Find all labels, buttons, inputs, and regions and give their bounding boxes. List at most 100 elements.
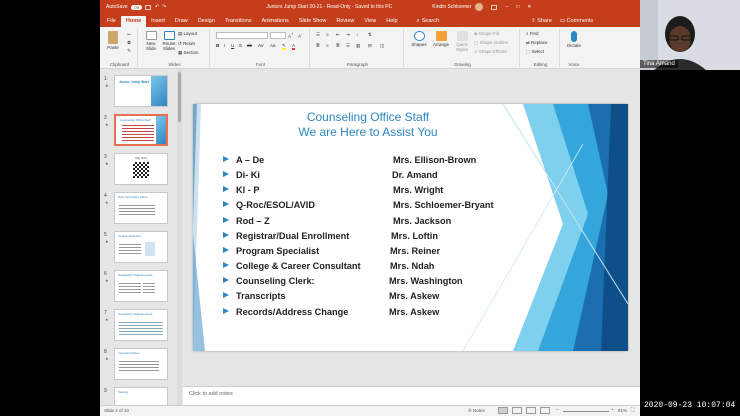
shadow-icon[interactable]: S <box>239 43 242 48</box>
slideshow-icon[interactable] <box>540 407 550 414</box>
minimize-icon[interactable]: – <box>505 4 508 10</box>
bold-icon[interactable]: B <box>216 43 219 48</box>
highlight-icon[interactable]: ✎ <box>282 43 286 50</box>
current-slide[interactable]: Counseling Office Staff We are Here to A… <box>193 104 628 351</box>
strikethrough-icon[interactable]: ab <box>247 43 252 48</box>
zoom-slider[interactable] <box>563 411 609 412</box>
smartart-icon[interactable]: ◫ <box>380 43 384 48</box>
fit-slide-icon[interactable]: ⛶ <box>631 407 634 412</box>
quick-styles-button[interactable]: Quick Styles <box>452 31 472 52</box>
powerpoint-window: AutoSave Off ↶ ↷ Juniors Jump Start 20-2… <box>100 0 640 416</box>
layout-button[interactable]: ▤ Layout <box>178 31 197 36</box>
reuse-slides-button[interactable]: Reuse Slides <box>161 31 177 51</box>
increase-indent-icon[interactable]: ⇥ <box>346 32 350 37</box>
shape-effects-button[interactable]: ◇ Shape Effects <box>474 49 507 54</box>
zoom-level[interactable]: 81% <box>618 408 627 413</box>
underline-icon[interactable]: U <box>231 43 234 48</box>
tab-design[interactable]: Design <box>193 16 220 27</box>
recording-timestamp: 2020-09-23 10:07:04 <box>644 401 736 410</box>
copy-button[interactable]: ⧉ <box>124 40 134 45</box>
columns-icon[interactable]: ▥ <box>356 43 360 48</box>
align-center-icon[interactable]: ≡ <box>326 43 329 48</box>
reset-button[interactable]: ↺ Reset <box>178 41 195 46</box>
justify-icon[interactable]: ☰ <box>346 43 350 48</box>
align-left-icon[interactable]: ≣ <box>316 43 320 48</box>
assignment-label: Transcripts <box>236 291 286 301</box>
thumbnail-slide-3[interactable]: Flip Grid <box>114 153 168 185</box>
tab-transitions[interactable]: Transitions <box>220 16 257 27</box>
align-right-icon[interactable]: ≣ <box>336 43 340 48</box>
tab-animations[interactable]: Animations <box>257 16 294 27</box>
thumbnail-slide-5[interactable]: Course Selection <box>114 231 168 263</box>
find-button[interactable]: ⌕ Find <box>526 31 539 36</box>
save-icon[interactable] <box>144 4 151 10</box>
tab-review[interactable]: Review <box>331 16 359 27</box>
tab-draw[interactable]: Draw <box>170 16 193 27</box>
ribbon-display-icon[interactable] <box>491 4 498 10</box>
scrollbar-thumb[interactable] <box>178 72 181 122</box>
tab-slide-show[interactable]: Slide Show <box>294 16 332 27</box>
maximize-icon[interactable]: □ <box>516 4 519 10</box>
cut-button[interactable]: ✂ <box>124 32 134 37</box>
autosave-toggle[interactable]: Off <box>130 4 142 10</box>
slide-title-line-1[interactable]: Counseling Office Staff <box>193 110 543 124</box>
line-spacing-icon[interactable]: ↕ <box>356 32 358 37</box>
align-text-icon[interactable]: ⊟ <box>368 43 372 48</box>
reading-view-icon[interactable] <box>526 407 536 414</box>
thumbnails-scrollbar[interactable] <box>177 70 182 405</box>
thumbnail-slide-2[interactable]: Counseling Office Staff <box>114 114 168 146</box>
share-button[interactable]: ⇪ Share <box>531 16 552 27</box>
slide-title-line-2[interactable]: We are Here to Assist You <box>193 125 543 139</box>
text-direction-icon[interactable]: ⇅ <box>368 32 372 37</box>
thumbnail-slide-9[interactable]: Testing <box>114 387 168 405</box>
search-icon[interactable]: ⌕ <box>417 16 420 27</box>
shape-outline-button[interactable]: ▢ Shape Outline <box>474 40 508 45</box>
notes-button[interactable]: ≙ Notes <box>468 408 485 414</box>
thumbnail-slide-1[interactable]: Junior Jump Start <box>114 75 168 107</box>
paste-icon <box>108 31 118 44</box>
font-size-input[interactable] <box>270 32 286 39</box>
tab-home[interactable]: Home <box>120 16 147 27</box>
tab-file[interactable]: File <box>102 16 121 27</box>
tab-view[interactable]: View <box>359 16 381 27</box>
undo-icon[interactable]: ↶ <box>155 4 159 10</box>
paste-button[interactable]: Paste <box>105 31 121 50</box>
replace-button[interactable]: ⇄ Replace <box>526 40 548 45</box>
shape-fill-button[interactable]: ◈ Shape Fill <box>474 31 499 36</box>
bullets-icon[interactable]: ☰ <box>316 32 320 37</box>
increase-font-icon[interactable]: A+ <box>288 32 293 39</box>
decrease-font-icon[interactable]: A- <box>298 32 302 39</box>
zoom-in-icon[interactable]: + <box>611 407 614 412</box>
user-name[interactable]: Kindin Schloemer <box>432 4 471 10</box>
font-name-input[interactable] <box>216 32 268 39</box>
new-slide-button[interactable]: New Slide <box>142 31 160 51</box>
slide-sorter-icon[interactable] <box>512 407 522 414</box>
avatar[interactable] <box>475 3 484 11</box>
search-box[interactable]: Search <box>422 16 439 27</box>
thumbnail-slide-4[interactable]: Post Secondary Plans <box>114 192 168 224</box>
thumbnail-slide-6[interactable]: Graduation Requirements <box>114 270 168 302</box>
arrange-button[interactable]: Arrange <box>430 31 452 47</box>
decrease-indent-icon[interactable]: ⇤ <box>336 32 340 37</box>
notes-pane[interactable]: Click to add notes <box>183 386 640 405</box>
font-color-icon[interactable]: A <box>292 43 296 50</box>
normal-view-icon[interactable] <box>498 407 508 414</box>
shapes-button[interactable]: Shapes <box>408 31 430 47</box>
tab-insert[interactable]: Insert <box>146 16 170 27</box>
close-icon[interactable]: ✕ <box>527 4 531 10</box>
italic-icon[interactable]: I <box>224 43 225 48</box>
numbering-icon[interactable]: ≡ <box>326 32 329 37</box>
dictate-button[interactable]: Dictate <box>564 31 584 48</box>
select-button[interactable]: ⬚ Select <box>526 49 544 54</box>
tab-help[interactable]: Help <box>381 16 402 27</box>
redo-icon[interactable]: ↷ <box>162 4 166 10</box>
zoom-out-icon[interactable]: – <box>556 407 559 412</box>
character-spacing-icon[interactable]: AV <box>258 43 264 48</box>
section-button[interactable]: ▦ Section <box>178 50 199 55</box>
brush-icon: ✎ <box>127 48 131 53</box>
comments-button[interactable]: ▭ Comments <box>560 16 593 27</box>
thumbnail-slide-7[interactable]: Graduation Requirements <box>114 309 168 341</box>
thumbnail-slide-8[interactable]: Important Dates <box>114 348 168 380</box>
format-painter-button[interactable]: ✎ <box>124 48 134 53</box>
change-case-icon[interactable]: Aa <box>270 43 276 48</box>
